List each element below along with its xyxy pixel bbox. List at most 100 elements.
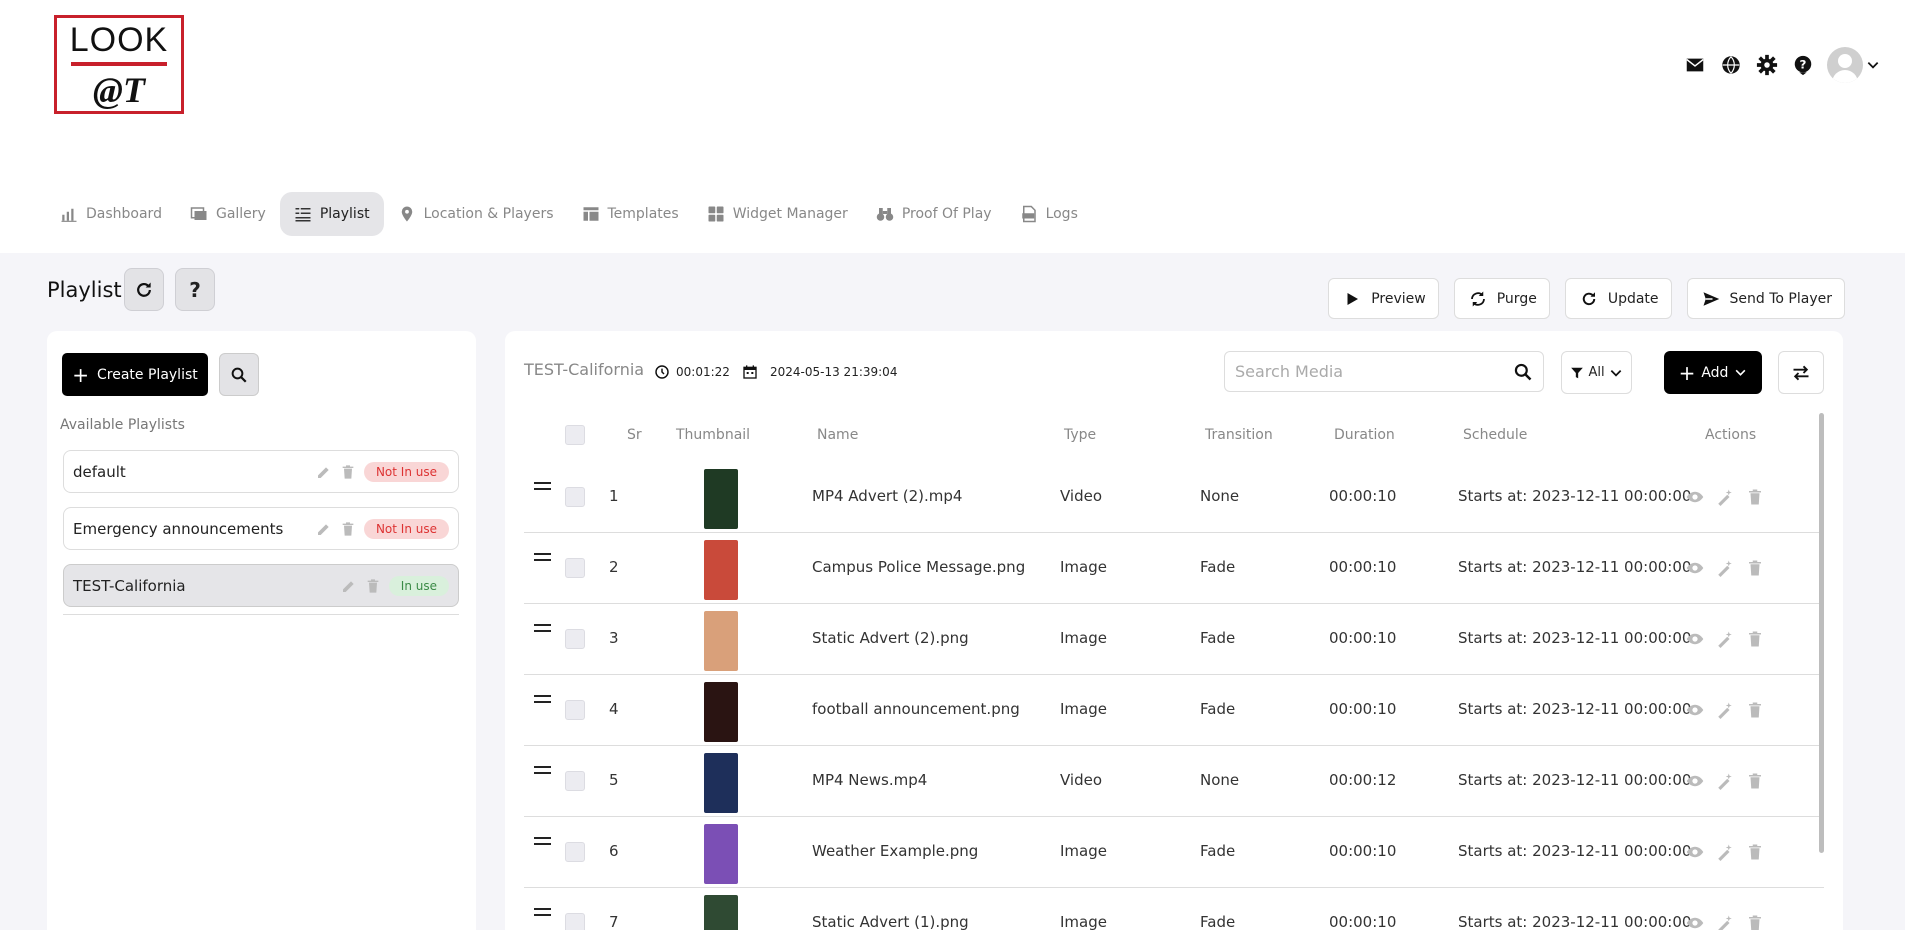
table-row[interactable]: 4 football announcement.png Image Fade 0… [524,675,1824,746]
help-icon[interactable]: ? [1791,53,1815,77]
row-checkbox[interactable] [565,487,585,507]
nav-proof-of-play[interactable]: Proof Of Play [862,192,1006,236]
search-media-input[interactable]: Search Media [1224,351,1544,392]
table-scrollbar[interactable] [1819,413,1824,853]
table-row[interactable]: 3 Static Advert (2).png Image Fade 00:00… [524,604,1824,675]
chevron-down-icon[interactable] [1865,53,1881,77]
media-thumbnail[interactable] [704,824,738,884]
edit-icon[interactable] [316,521,332,537]
eye-icon[interactable] [1686,559,1704,577]
media-thumbnail[interactable] [704,611,738,671]
table-row[interactable]: 2 Campus Police Message.png Image Fade 0… [524,533,1824,604]
edit-magic-icon[interactable] [1716,843,1734,861]
playlist-item-default[interactable]: default Not In use [63,450,459,493]
edit-icon[interactable] [341,578,357,594]
delete-icon[interactable] [1746,772,1764,790]
row-checkbox[interactable] [565,913,585,930]
help-button[interactable]: ? [175,268,215,311]
playlist-detail: TEST-California 00:01:22 2024-05-13 21:3… [505,331,1843,930]
media-thumbnail[interactable] [704,682,738,742]
row-name: football announcement.png [812,700,1020,718]
logo-bar [71,62,167,66]
create-playlist-button[interactable]: + Create Playlist [62,353,208,396]
nav-templates[interactable]: Templates [568,192,693,236]
delete-icon[interactable] [340,521,356,537]
nav-dashboard[interactable]: Dashboard [46,192,176,236]
nav-playlist[interactable]: Playlist [279,192,384,236]
media-thumbnail[interactable] [704,469,738,529]
eye-icon[interactable] [1686,488,1704,506]
playlist-item-emergency[interactable]: Emergency announcements Not In use [63,507,459,550]
eye-icon[interactable] [1686,914,1704,930]
row-transition: Fade [1200,629,1236,647]
media-thumbnail[interactable] [704,753,738,813]
avatar[interactable] [1827,47,1863,83]
row-schedule: Starts at: 2023-12-11 00:00:00 [1458,558,1692,576]
media-thumbnail[interactable] [704,540,738,600]
eye-icon[interactable] [1686,701,1704,719]
search-playlists-button[interactable] [219,353,259,396]
purge-button[interactable]: Purge [1453,278,1550,319]
drag-handle-icon[interactable] [534,482,551,490]
nav-widget-manager[interactable]: Widget Manager [693,192,862,236]
gear-icon[interactable] [1755,53,1779,77]
drag-handle-icon[interactable] [534,908,551,916]
add-media-button[interactable]: + Add [1664,351,1762,394]
row-checkbox[interactable] [565,629,585,649]
delete-icon[interactable] [1746,843,1764,861]
delete-icon[interactable] [1746,701,1764,719]
row-duration: 00:00:10 [1329,700,1397,718]
select-all-checkbox[interactable] [565,425,585,445]
row-sr: 6 [609,842,619,860]
eye-icon[interactable] [1686,630,1704,648]
edit-magic-icon[interactable] [1716,914,1734,930]
edit-magic-icon[interactable] [1716,701,1734,719]
row-checkbox[interactable] [565,700,585,720]
media-filter-dropdown[interactable]: All [1561,351,1632,394]
chevron-down-icon [1610,369,1621,377]
date-value: 2024-05-13 21:39:04 [770,365,898,379]
eye-icon[interactable] [1686,772,1704,790]
row-checkbox[interactable] [565,771,585,791]
update-button[interactable]: Update [1564,278,1672,319]
edit-icon[interactable] [316,464,332,480]
mail-icon[interactable] [1683,53,1707,77]
row-checkbox[interactable] [565,558,585,578]
refresh-button[interactable] [124,268,164,311]
brand-logo[interactable]: LOOK @T [54,15,184,114]
playlist-name: default [73,462,126,481]
table-row[interactable]: 6 Weather Example.png Image Fade 00:00:1… [524,817,1824,888]
playlist-item-test-california[interactable]: TEST-California In use [63,564,459,607]
drag-handle-icon[interactable] [534,766,551,774]
swap-view-button[interactable] [1778,351,1824,394]
row-transition: Fade [1200,842,1236,860]
row-schedule: Starts at: 2023-12-11 00:00:00 [1458,842,1692,860]
drag-handle-icon[interactable] [534,624,551,632]
table-row[interactable]: 5 MP4 News.mp4 Video None 00:00:12 Start… [524,746,1824,817]
nav-logs[interactable]: Logs [1006,192,1092,236]
delete-icon[interactable] [1746,488,1764,506]
send-to-player-button[interactable]: Send To Player [1686,278,1845,319]
table-row[interactable]: 7 Static Advert (1).png Image Fade 00:00… [524,888,1824,930]
drag-handle-icon[interactable] [534,553,551,561]
edit-magic-icon[interactable] [1716,559,1734,577]
delete-icon[interactable] [1746,559,1764,577]
table-row[interactable]: 1 MP4 Advert (2).mp4 Video None 00:00:10… [524,462,1824,533]
delete-icon[interactable] [365,578,381,594]
globe-icon[interactable] [1719,53,1743,77]
delete-icon[interactable] [340,464,356,480]
drag-handle-icon[interactable] [534,695,551,703]
edit-magic-icon[interactable] [1716,488,1734,506]
delete-icon[interactable] [1746,914,1764,930]
edit-magic-icon[interactable] [1716,630,1734,648]
row-sr: 7 [609,913,619,930]
edit-magic-icon[interactable] [1716,772,1734,790]
nav-location-players[interactable]: Location & Players [384,192,568,236]
row-checkbox[interactable] [565,842,585,862]
preview-button[interactable]: Preview [1328,278,1439,319]
drag-handle-icon[interactable] [534,837,551,845]
eye-icon[interactable] [1686,843,1704,861]
media-thumbnail[interactable] [704,895,738,930]
nav-gallery[interactable]: Gallery [176,192,280,236]
delete-icon[interactable] [1746,630,1764,648]
